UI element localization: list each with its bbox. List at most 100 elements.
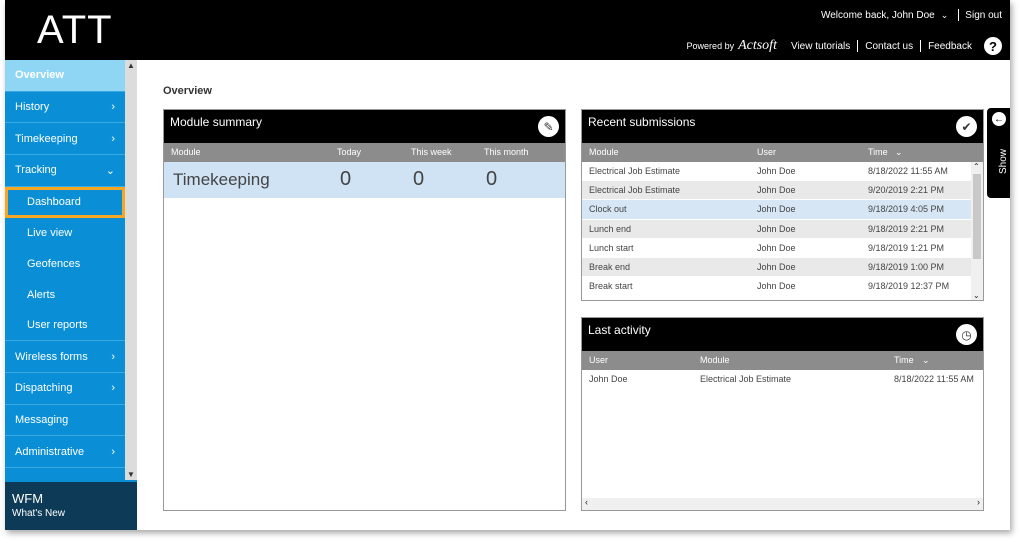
sidebar-item-label: Alerts [27,288,56,301]
checkmark-icon[interactable]: ✔ [956,116,977,137]
sidebar-item-label: Live view [27,227,73,240]
column-header[interactable]: User [589,355,608,365]
sidebar-item-user-reports[interactable]: User reports [5,310,125,342]
column-header[interactable]: Module [700,355,730,365]
column-header[interactable]: Time [868,147,888,157]
sidebar-item-label: Messaging [15,413,69,426]
panel-header: Recent submissions ✔ [582,110,983,143]
show-panel-tab[interactable]: ← Show [987,108,1010,198]
logo: ATT [37,8,113,52]
table-row[interactable]: Electrical Job Estimate John Doe 9/20/20… [582,181,983,201]
sidebar-item-tracking[interactable]: Tracking ⌄ [5,155,125,187]
table-row[interactable]: Lunch start John Doe 9/18/2019 1:21 PM [582,239,983,258]
page-title: Overview [163,85,212,97]
chevron-down-icon[interactable]: ⌄ [941,10,949,21]
scroll-left-icon[interactable]: ‹ [585,497,588,507]
column-header[interactable]: This month [484,147,529,157]
table-row[interactable]: Lunch end John Doe 9/18/2019 2:21 PM [582,219,983,239]
actsoft-logo: Actsoft [738,38,777,53]
panel-header: Last activity ◷ [582,318,983,351]
table-header: Module Today This week This month [164,143,565,162]
column-header[interactable]: Module [171,147,201,157]
sidebar-item-history[interactable]: History › [5,92,125,124]
today-cell: 0 [340,168,352,190]
last-activity-panel: Last activity ◷ User Module Time ⌄ John … [581,317,984,511]
sidebar-item-label: Dispatching [15,382,73,395]
view-tutorials-link[interactable]: View tutorials [791,41,850,52]
sidebar-item-messaging[interactable]: Messaging [5,405,125,437]
sidebar-item-label: Dashboard [27,196,81,209]
show-label: Show [998,148,1010,175]
table-row[interactable]: Break end John Doe 9/18/2019 1:00 PM [582,257,983,278]
sidebar-item-label: History [15,101,50,114]
column-header[interactable]: Time [894,355,914,365]
time-cell: 9/18/2019 2:21 PM [868,223,945,234]
sidebar-item-dashboard[interactable]: Dashboard [5,186,125,218]
app-window: ATT Welcome back, John Doe ⌄ Sign out Po… [5,0,1010,530]
table-row[interactable]: Break start John Doe 9/18/2019 12:37 PM [582,277,983,297]
user-cell: John Doe [757,281,796,292]
sidebar-item-dispatching[interactable]: Dispatching › [5,373,125,405]
contact-us-link[interactable]: Contact us [865,41,913,52]
whats-new-link[interactable]: What's New [12,508,130,519]
help-icon[interactable]: ? [984,37,1002,55]
sign-out-link[interactable]: Sign out [965,10,1002,21]
sort-chevron-icon[interactable]: ⌄ [922,355,930,366]
sidebar-item-geofences[interactable]: Geofences [5,249,125,280]
scroll-up-icon[interactable]: ⌃ [973,162,980,171]
chevron-down-icon: ⌄ [105,164,115,177]
table-row[interactable]: John Doe Electrical Job Estimate 8/18/20… [582,370,983,389]
sidebar-item-label: Overview [15,69,64,82]
sidebar-item-label: Timekeeping [15,132,78,145]
time-cell: 8/18/2022 11:55 AM [894,374,974,384]
sort-chevron-icon[interactable]: ⌄ [895,147,903,158]
chevron-right-icon: › [111,445,115,458]
column-header[interactable]: Module [589,147,619,157]
user-cell: John Doe [757,185,796,196]
module-cell: Electrical Job Estimate [589,185,681,196]
module-cell: Break start [589,281,633,292]
scroll-down-icon[interactable]: ▼ [127,470,135,479]
table-row[interactable]: Electrical Job Estimate John Doe 8/18/20… [582,162,983,182]
whats-new-panel[interactable]: WFM What's New [5,482,137,530]
table-header: Module User Time ⌄ [582,143,983,162]
scroll-down-icon[interactable]: ⌄ [973,291,980,300]
chevron-right-icon: › [111,350,115,363]
time-cell: 9/20/2019 2:21 PM [868,185,945,196]
submissions-scrollbar[interactable]: ⌃ ⌄ [971,162,983,300]
powered-by-label: Powered by [686,41,735,51]
chevron-right-icon: › [111,382,115,395]
sidebar-scrollbar[interactable]: ▲ ▼ [125,60,137,480]
time-cell: 9/18/2019 4:05 PM [868,204,945,215]
scroll-thumb[interactable] [973,174,981,259]
sidebar-item-live-view[interactable]: Live view [5,218,125,249]
sidebar-item-timekeeping[interactable]: Timekeeping › [5,123,125,156]
sidebar-item-label: User reports [27,319,88,332]
clipboard-icon[interactable]: ✎ [538,116,559,137]
sidebar-item-label: Tracking [15,164,57,177]
clock-icon[interactable]: ◷ [956,324,977,345]
sidebar-item-wireless-forms[interactable]: Wireless forms › [5,341,125,373]
scroll-right-icon[interactable]: › [977,497,980,507]
scroll-up-icon[interactable]: ▲ [127,61,135,70]
sidebar-nav: Overview History › Timekeeping › Trackin… [5,60,125,468]
sidebar-item-administrative[interactable]: Administrative › [5,436,125,468]
table-row[interactable]: Clock out John Doe 9/18/2019 4:05 PM [582,200,983,220]
welcome-menu[interactable]: Welcome back, John Doe [821,10,935,21]
column-header[interactable]: Today [337,147,361,157]
column-header[interactable]: User [757,147,776,157]
table-row[interactable]: Timekeeping 0 0 0 [164,162,565,198]
user-bar: Welcome back, John Doe ⌄ Sign out [821,9,1002,21]
time-cell: 9/18/2019 1:00 PM [868,261,945,272]
feedback-link[interactable]: Feedback [928,41,972,52]
module-summary-panel: Module summary ✎ Module Today This week … [163,109,566,511]
module-cell: Electrical Job Estimate [700,374,792,384]
time-cell: 9/18/2019 12:37 PM [868,281,950,292]
sidebar-item-alerts[interactable]: Alerts [5,279,125,310]
column-header[interactable]: This week [411,147,452,157]
activity-hscrollbar[interactable]: ‹ › [582,497,983,510]
recent-submissions-panel: Recent submissions ✔ Module User Time ⌄ … [581,109,984,301]
chevron-right-icon: › [111,132,115,145]
sidebar-item-overview[interactable]: Overview [5,60,125,92]
panel-title: Last activity [588,323,651,337]
